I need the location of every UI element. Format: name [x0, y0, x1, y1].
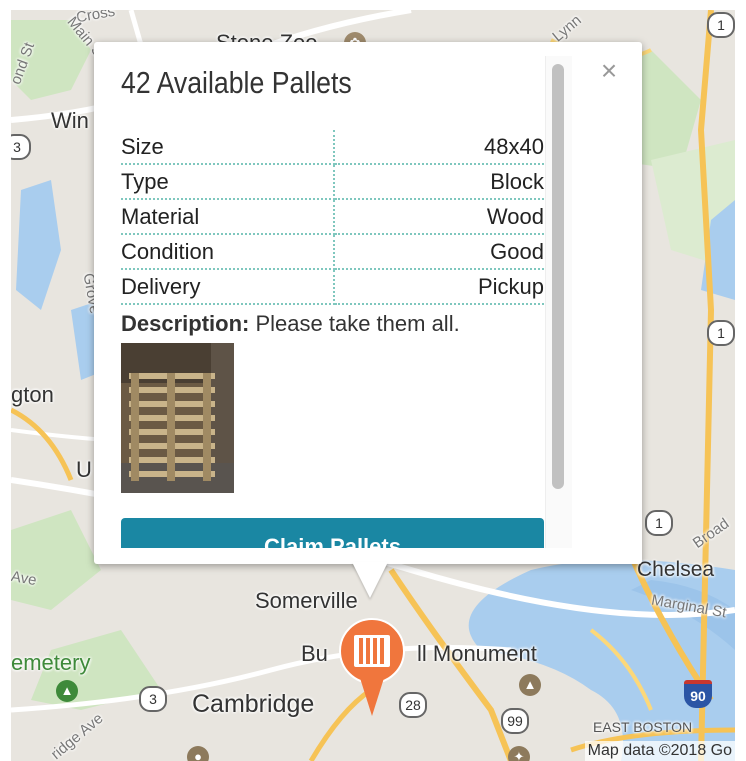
poi-label: Bu — [301, 641, 328, 666]
popup-tail — [352, 562, 388, 598]
landmark-icon: ✦ — [508, 746, 530, 761]
place-label: Cambridge — [192, 690, 315, 718]
close-icon[interactable]: × — [596, 57, 622, 85]
popup-title: 42 Available Pallets — [121, 65, 352, 100]
detail-label: Material — [121, 199, 335, 235]
route-shield: 3 — [139, 686, 167, 712]
route-shield: 3 — [11, 134, 31, 160]
place-label: gton — [11, 382, 54, 407]
place-label: Somerville — [255, 588, 358, 613]
detail-label: Condition — [121, 234, 335, 270]
poi-label: ll Monument — [417, 641, 537, 666]
tree-icon: ▲ — [56, 680, 78, 702]
detail-value: Wood — [334, 199, 544, 235]
detail-row: Material Wood — [121, 199, 544, 235]
detail-row: Delivery Pickup — [121, 269, 544, 305]
route-shield: 1 — [645, 510, 673, 536]
detail-value: 48x40 — [334, 130, 544, 165]
route-shield: 1 — [707, 12, 735, 38]
detail-row: Condition Good — [121, 234, 544, 270]
route-shield: 99 — [501, 708, 529, 734]
description: Description: Please take them all. — [121, 311, 544, 337]
route-shield: 1 — [707, 320, 735, 346]
landmark-icon: ● — [187, 746, 209, 761]
detail-label: Size — [121, 130, 335, 165]
popup-content: 42 Available Pallets Size 48x40 Type Block M… — [121, 56, 544, 548]
place-label: Chelsea — [637, 558, 715, 581]
detail-row: Type Block — [121, 164, 544, 200]
map-attribution[interactable]: Map data ©2018 Go — [584, 741, 735, 761]
detail-value: Pickup — [334, 269, 544, 305]
place-label: Win — [51, 108, 89, 133]
place-label: U — [76, 457, 92, 482]
detail-label: Type — [121, 164, 335, 200]
poi-label: emetery — [11, 650, 91, 675]
description-label: Description: — [121, 311, 250, 336]
monument-icon: ▲ — [519, 674, 541, 696]
description-text: Please take them all. — [249, 311, 460, 336]
detail-label: Delivery — [121, 269, 335, 305]
detail-value: Good — [334, 234, 544, 270]
claim-pallets-button[interactable]: Claim Pallets — [121, 518, 544, 548]
pallet-photo[interactable] — [121, 343, 234, 493]
detail-row: Size 48x40 — [121, 130, 544, 165]
detail-value: Block — [334, 164, 544, 200]
pallet-details-table: Size 48x40 Type Block Material Wood Condition G… — [121, 130, 544, 305]
popup-scrollbar-thumb[interactable] — [552, 64, 564, 489]
pallet-marker-icon[interactable] — [338, 618, 406, 718]
interstate-shield: 90 — [684, 680, 712, 708]
place-label: EAST BOSTON — [593, 719, 693, 735]
